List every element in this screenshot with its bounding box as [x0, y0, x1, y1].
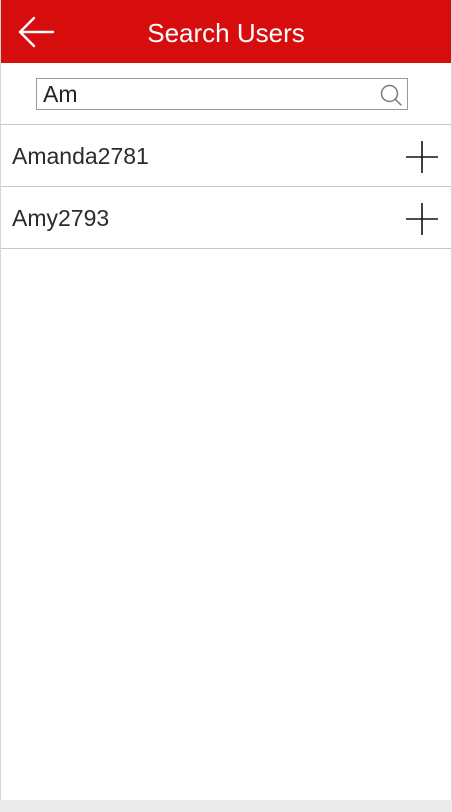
- search-field[interactable]: [36, 78, 408, 110]
- app-header: Search Users: [1, 0, 451, 63]
- user-results-list: Amanda2781 Amy2793: [1, 124, 451, 249]
- username-label: Amy2793: [12, 205, 110, 231]
- plus-icon[interactable]: [405, 202, 439, 236]
- search-users-screen: Search Users Amanda2781 Amy2793: [0, 0, 452, 800]
- search-icon[interactable]: [379, 83, 403, 107]
- user-list-item[interactable]: Amanda2781: [1, 124, 451, 186]
- page-title: Search Users: [147, 18, 305, 48]
- plus-icon[interactable]: [405, 140, 439, 174]
- back-button[interactable]: [15, 14, 55, 50]
- user-list-item[interactable]: Amy2793: [1, 186, 451, 249]
- search-input[interactable]: [37, 79, 367, 109]
- arrow-left-icon: [18, 16, 55, 48]
- username-label: Amanda2781: [12, 143, 149, 169]
